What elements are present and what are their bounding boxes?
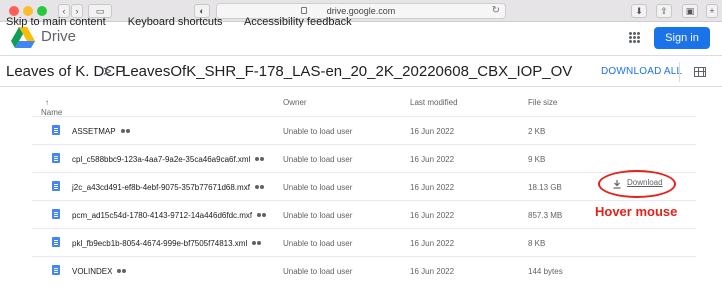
annotation-ellipse — [598, 170, 676, 198]
document-icon — [52, 209, 60, 219]
table-row[interactable]: j2c_a43cd491-ef8b-4ebf-9075-357b77671d68… — [32, 172, 696, 200]
minimize-window-button[interactable] — [23, 6, 33, 16]
size-cell: 9 KB — [528, 155, 546, 164]
zoom-window-button[interactable] — [37, 6, 47, 16]
modified-cell: 16 Jun 2022 — [410, 155, 455, 164]
column-size-header: File size — [528, 98, 558, 107]
document-icon — [52, 181, 60, 191]
reload-icon[interactable]: ↻ — [492, 4, 500, 18]
shared-people-icon — [120, 128, 131, 135]
folder-bar: Leaves of K. DCP > LeavesOfK_SHR_F-178_L… — [0, 55, 722, 87]
size-cell: 8 KB — [528, 239, 546, 248]
sort-arrow-icon[interactable]: ↑ — [45, 98, 49, 107]
tab-overview-icon[interactable]: ▣ — [682, 4, 698, 18]
table-row[interactable]: pkl_fb9ecb1b-8054-4674-999e-bf7505f74813… — [32, 228, 696, 256]
divider — [679, 62, 680, 82]
table-row[interactable]: VOLINDEX Unable to load user 16 Jun 2022… — [32, 256, 696, 284]
apps-grid-icon[interactable] — [629, 32, 641, 44]
owner-cell: Unable to load user — [283, 239, 353, 248]
table-row[interactable]: cpl_c588bbc9-123a-4aa7-9a2e-35ca46a9ca6f… — [32, 144, 696, 172]
modified-cell: 16 Jun 2022 — [410, 239, 455, 248]
drive-logo-icon — [11, 27, 35, 48]
owner-cell: Unable to load user — [283, 127, 353, 136]
modified-cell: 16 Jun 2022 — [410, 127, 455, 136]
column-modified-header: Last modified — [410, 98, 458, 107]
modified-cell: 16 Jun 2022 — [410, 211, 455, 220]
file-name[interactable]: j2c_a43cd491-ef8b-4ebf-9075-357b77671d68… — [72, 183, 250, 192]
document-icon — [52, 125, 60, 135]
table-header: Name ↑ Owner Last modified File size — [32, 88, 696, 117]
close-window-button[interactable] — [9, 6, 19, 16]
shared-people-icon — [255, 156, 265, 163]
sign-in-button[interactable]: Sign in — [654, 27, 710, 49]
file-table: Name ↑ Owner Last modified File size ASS… — [32, 88, 696, 284]
modified-cell: 16 Jun 2022 — [410, 267, 455, 276]
brand-name: Drive — [41, 28, 77, 45]
modified-cell: 16 Jun 2022 — [410, 183, 455, 192]
size-cell: 144 bytes — [528, 267, 563, 276]
file-name[interactable]: VOLINDEX — [72, 267, 112, 276]
accessibility-feedback-link[interactable]: Accessibility feedback — [244, 16, 352, 28]
url-text: drive.google.com — [326, 6, 396, 16]
document-icon — [52, 237, 60, 247]
annotation-text: Hover mouse — [595, 204, 678, 219]
file-name[interactable]: pcm_ad15c54d-1780-4143-9712-14a446d6fdc.… — [72, 211, 252, 220]
new-tab-icon[interactable]: + — [706, 4, 718, 18]
owner-cell: Unable to load user — [283, 183, 353, 192]
file-name[interactable]: pkl_fb9ecb1b-8054-4674-999e-bf7505f74813… — [72, 239, 247, 248]
downloads-icon[interactable]: ⬇ — [631, 4, 647, 18]
shared-people-icon — [252, 240, 262, 247]
grid-view-icon[interactable] — [694, 67, 706, 77]
share-icon[interactable]: ⇪ — [656, 4, 672, 18]
skip-to-main-link[interactable]: Skip to main content — [6, 16, 106, 28]
owner-cell: Unable to load user — [283, 267, 353, 276]
file-name[interactable]: ASSETMAP — [72, 127, 116, 136]
document-icon — [52, 153, 60, 163]
shared-people-icon — [257, 212, 267, 219]
lock-icon — [301, 7, 307, 14]
breadcrumb-current-folder: LeavesOfK_SHR_F-178_LAS-en_20_2K_2022060… — [122, 63, 573, 80]
column-name-header[interactable]: Name ↑ — [41, 98, 62, 117]
file-name[interactable]: cpl_c588bbc9-123a-4aa7-9a2e-35ca46a9ca6f… — [72, 155, 250, 164]
shared-people-icon — [254, 184, 265, 191]
size-cell: 2 KB — [528, 127, 546, 136]
owner-cell: Unable to load user — [283, 155, 353, 164]
size-cell: 18.13 GB — [528, 183, 562, 192]
table-row[interactable]: ASSETMAP Unable to load user 16 Jun 2022… — [32, 116, 696, 144]
shared-people-icon — [117, 268, 127, 275]
download-all-button[interactable]: DOWNLOAD ALL — [601, 66, 682, 77]
keyboard-shortcuts-link[interactable]: Keyboard shortcuts — [128, 16, 223, 28]
skip-links: Skip to main content Keyboard shortcuts … — [6, 16, 371, 28]
owner-cell: Unable to load user — [283, 211, 353, 220]
size-cell: 857.3 MB — [528, 211, 563, 220]
document-icon — [52, 265, 60, 275]
column-owner-header: Owner — [283, 98, 307, 107]
breadcrumb-separator: > — [103, 63, 112, 80]
